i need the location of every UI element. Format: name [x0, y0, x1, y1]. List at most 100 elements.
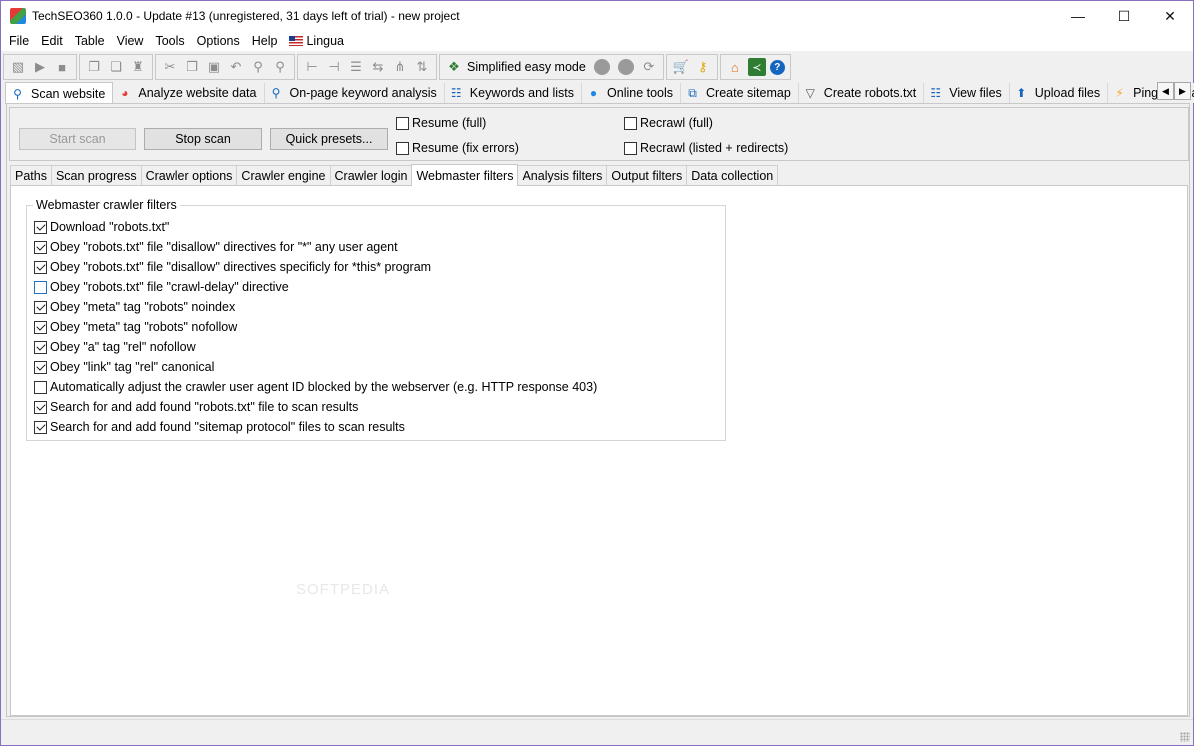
checkbox-box[interactable]	[34, 320, 47, 334]
menu-view[interactable]: View	[111, 34, 150, 48]
checkbox-box[interactable]	[34, 280, 47, 294]
filter-obey-disallow-this[interactable]: Obey "robots.txt" file "disallow" direct…	[34, 260, 431, 274]
filter-meta-nofollow[interactable]: Obey "meta" tag "robots" nofollow	[34, 320, 237, 334]
subtab-paths[interactable]: Paths	[10, 165, 52, 185]
subtab-crawler-options[interactable]: Crawler options	[140, 165, 238, 185]
resume-fix-errors-checkbox[interactable]: Resume (fix errors)	[396, 141, 519, 155]
subtab-crawler-engine[interactable]: Crawler engine	[236, 165, 331, 185]
tab-label: Analyze website data	[138, 86, 257, 100]
subtab-output-filters[interactable]: Output filters	[606, 165, 688, 185]
list-icon: ☷	[930, 86, 942, 100]
toolbar-purchase-group: 🛒 ⚷	[665, 54, 718, 80]
tab-scroll-right-icon[interactable]: ▶	[1174, 82, 1191, 100]
tab-keywords-and-lists[interactable]: ☷ Keywords and lists	[444, 83, 583, 103]
home-icon[interactable]: ⌂	[726, 58, 744, 76]
save-project-icon[interactable]: ■	[53, 58, 71, 76]
open-project-icon[interactable]: ▶	[31, 58, 49, 76]
filter-obey-disallow-any[interactable]: Obey "robots.txt" file "disallow" direct…	[34, 240, 398, 254]
checkbox-box[interactable]	[34, 300, 47, 314]
tab-scan-website[interactable]: ⚲ Scan website	[5, 82, 114, 104]
help-icon[interactable]: ?	[769, 59, 785, 75]
maximize-button[interactable]: ☐	[1101, 1, 1147, 31]
menu-tools[interactable]: Tools	[149, 34, 190, 48]
tab-view-files[interactable]: ☷ View files	[924, 83, 1010, 103]
find-icon[interactable]: ⚲	[249, 58, 267, 76]
tab-scroll-left-icon[interactable]: ◀	[1157, 82, 1174, 100]
menu-table[interactable]: Table	[69, 34, 111, 48]
cart-icon[interactable]: 🛒	[672, 58, 690, 76]
resize-grip-icon[interactable]	[1180, 732, 1190, 742]
checkbox-box[interactable]	[34, 420, 47, 434]
menu-edit[interactable]: Edit	[35, 34, 69, 48]
filter-link-canonical[interactable]: Obey "link" tag "rel" canonical	[34, 360, 214, 374]
resume-full-checkbox[interactable]: Resume (full)	[396, 116, 486, 130]
share-icon[interactable]: ≺	[747, 58, 766, 76]
checkbox-box[interactable]	[624, 116, 637, 130]
tree-branch-icon[interactable]: ⋔	[391, 58, 409, 76]
checkbox-label: Download "robots.txt"	[50, 220, 170, 234]
record-icon[interactable]	[593, 59, 610, 75]
menu-help[interactable]: Help	[246, 34, 284, 48]
paste-icon[interactable]: ▣	[205, 58, 223, 76]
checkbox-box[interactable]	[34, 340, 47, 354]
recrawl-listed-checkbox[interactable]: Recrawl (listed + redirects)	[624, 141, 788, 155]
filter-obey-crawl-delay[interactable]: Obey "robots.txt" file "crawl-delay" dir…	[34, 280, 289, 294]
checkbox-box[interactable]	[34, 400, 47, 414]
new-project-icon[interactable]: ▧	[9, 58, 27, 76]
checkbox-label: Recrawl (listed + redirects)	[640, 141, 789, 155]
tab-create-robots-txt[interactable]: ▽ Create robots.txt	[798, 83, 925, 103]
checkbox-box[interactable]	[34, 260, 47, 274]
start-scan-button[interactable]: Start scan	[19, 128, 136, 150]
minimize-button[interactable]: —	[1055, 1, 1101, 31]
tree-list-icon[interactable]: ☰	[347, 58, 365, 76]
key-icon[interactable]: ⚷	[694, 58, 712, 76]
filter-add-robots-to-results[interactable]: Search for and add found "robots.txt" fi…	[34, 400, 358, 414]
stop-scan-button[interactable]: Stop scan	[144, 128, 262, 150]
subtab-data-collection[interactable]: Data collection	[686, 165, 779, 185]
filter-download-robots[interactable]: Download "robots.txt"	[34, 220, 169, 234]
tree-move-icon[interactable]: ⇆	[369, 58, 387, 76]
tree-expand-icon[interactable]: ⊢	[303, 58, 321, 76]
checkbox-box[interactable]	[34, 240, 47, 254]
tab-create-sitemap[interactable]: ⧉ Create sitemap	[681, 83, 799, 103]
cut-icon[interactable]: ✂	[161, 58, 179, 76]
tree-sort-icon[interactable]: ⇅	[413, 58, 431, 76]
filter-icon: ▽	[805, 86, 815, 100]
tab-analyze-website-data[interactable]: ◕ Analyze website data	[113, 83, 265, 103]
checkbox-box[interactable]	[396, 141, 409, 155]
menu-lingua[interactable]: Lingua	[283, 34, 350, 48]
group-title: Webmaster crawler filters	[33, 198, 180, 212]
undo-icon[interactable]: ↶	[227, 58, 245, 76]
filter-add-sitemap-to-results[interactable]: Search for and add found "sitemap protoc…	[34, 420, 405, 434]
simplified-mode-button[interactable]: Simplified easy mode	[467, 60, 586, 74]
quick-presets-button[interactable]: Quick presets...	[270, 128, 388, 150]
subtab-analysis-filters[interactable]: Analysis filters	[517, 165, 608, 185]
checkbox-box[interactable]	[34, 380, 47, 394]
tab-on-page-keyword-analysis[interactable]: ⚲ On-page keyword analysis	[264, 83, 445, 103]
filter-meta-noindex[interactable]: Obey "meta" tag "robots" noindex	[34, 300, 235, 314]
recrawl-full-checkbox[interactable]: Recrawl (full)	[624, 116, 713, 130]
tab-online-tools[interactable]: ● Online tools	[582, 83, 682, 103]
paste-special-icon[interactable]: ❏	[107, 58, 125, 76]
subtab-scan-progress[interactable]: Scan progress	[50, 165, 142, 185]
checkbox-box[interactable]	[34, 360, 47, 374]
close-button[interactable]: ✕	[1147, 1, 1193, 31]
checkbox-box[interactable]	[396, 116, 409, 130]
tab-upload-files[interactable]: ⬆ Upload files	[1009, 83, 1109, 103]
refresh-icon[interactable]: ⟳	[640, 58, 658, 76]
filter-a-nofollow[interactable]: Obey "a" tag "rel" nofollow	[34, 340, 196, 354]
subtab-crawler-login[interactable]: Crawler login	[329, 165, 413, 185]
stop-circle-icon[interactable]	[617, 59, 634, 75]
find-next-icon[interactable]: ⚲	[271, 58, 289, 76]
checkbox-box[interactable]	[624, 141, 637, 155]
tab-label: Scan website	[31, 86, 106, 101]
filter-adjust-user-agent[interactable]: Automatically adjust the crawler user ag…	[34, 380, 597, 394]
clear-icon[interactable]: ♜	[129, 58, 147, 76]
menu-file[interactable]: File	[3, 34, 35, 48]
tree-collapse-icon[interactable]: ⊣	[325, 58, 343, 76]
subtab-webmaster-filters[interactable]: Webmaster filters	[411, 164, 519, 186]
checkbox-box[interactable]	[34, 220, 47, 234]
copy2-icon[interactable]: ❐	[183, 58, 201, 76]
copy-icon[interactable]: ❐	[85, 58, 103, 76]
menu-options[interactable]: Options	[191, 34, 246, 48]
